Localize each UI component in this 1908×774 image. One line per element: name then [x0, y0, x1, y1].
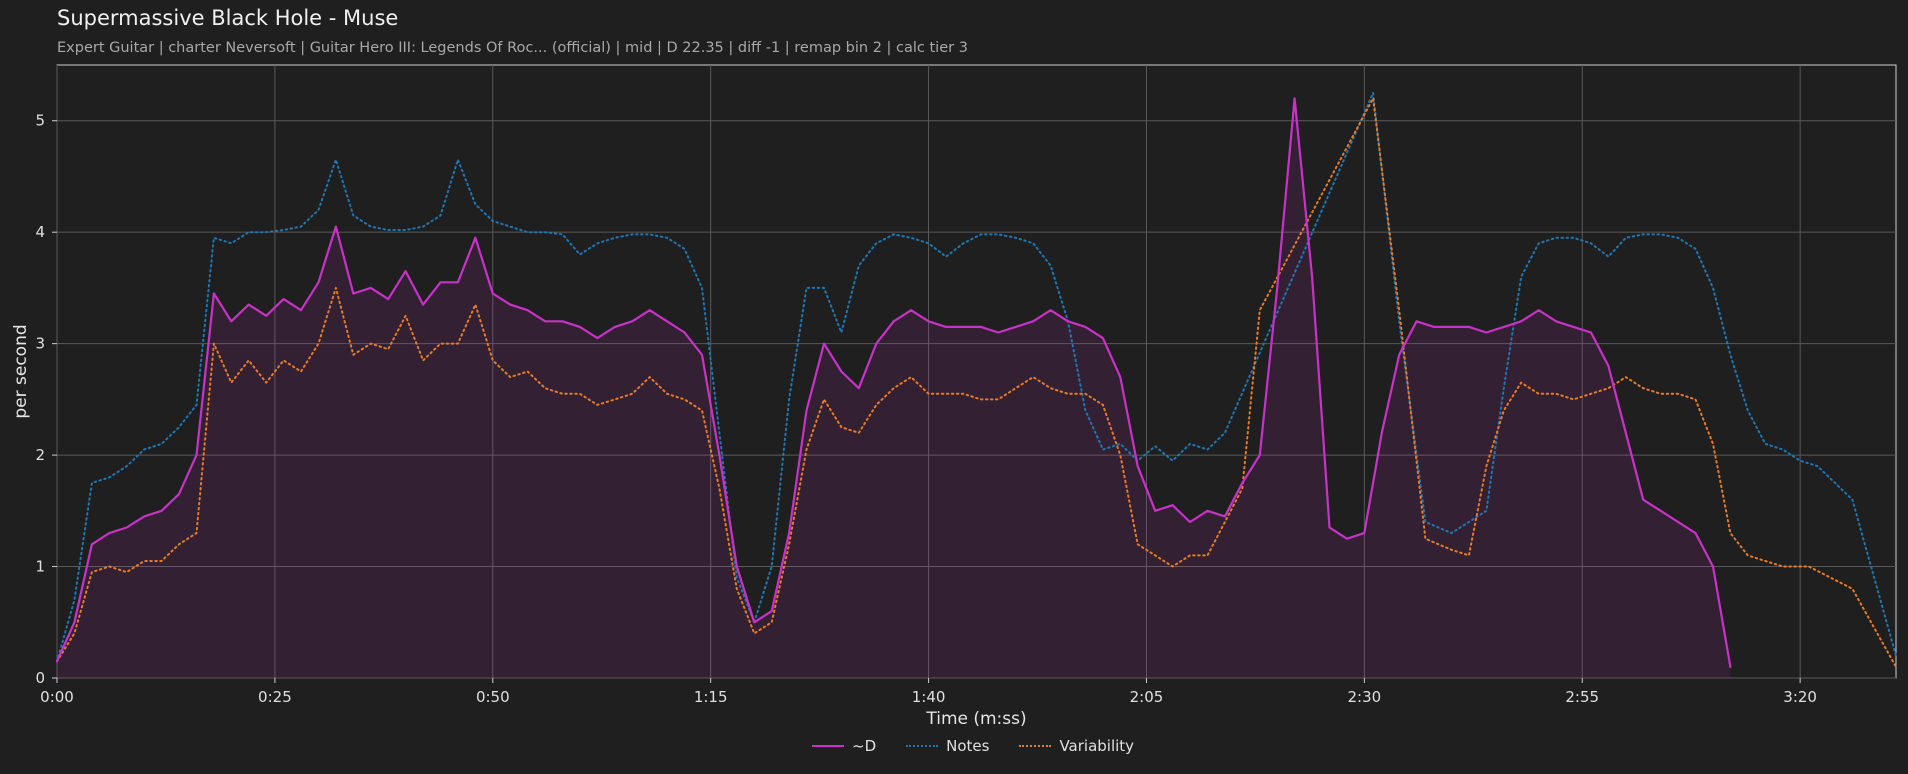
x-tick-label: 1:40 [912, 688, 946, 706]
legend-label-notes: Notes [946, 737, 990, 755]
legend-item-variability: Variability [1019, 737, 1134, 755]
y-tick-label: 3 [35, 335, 45, 353]
x-tick-label: 2:55 [1565, 688, 1599, 706]
y-axis-label: per second [11, 324, 31, 418]
y-tick-label: 4 [35, 223, 45, 241]
y-tick-label: 0 [35, 669, 45, 687]
legend: ~D Notes Variability [812, 737, 1134, 755]
x-tick-label: 0:25 [258, 688, 292, 706]
x-tick-label: 3:20 [1783, 688, 1817, 706]
x-tick-label: 2:30 [1348, 688, 1382, 706]
legend-swatch-d [812, 745, 844, 747]
y-tick-label: 2 [35, 446, 45, 464]
y-tick-label: 1 [35, 558, 45, 576]
legend-item-notes: Notes [906, 737, 989, 755]
y-tick-label: 5 [35, 112, 45, 130]
series-layer [55, 91, 1897, 678]
line-chart: 0:00 0:25 0:50 1:15 1:40 2:05 2:30 2:55 3:20 0 1 2 3… [11, 64, 1897, 729]
x-axis-label: Time (m:ss) [925, 709, 1026, 729]
x-tick-label: 0:00 [40, 688, 74, 706]
legend-item-d: ~D [812, 737, 876, 755]
legend-label-variability: Variability [1059, 737, 1135, 755]
x-tick-label: 1:15 [694, 688, 728, 706]
x-tick-label: 0:50 [476, 688, 510, 706]
legend-swatch-variability [1019, 745, 1052, 747]
x-tick-label: 2:05 [1130, 688, 1164, 706]
legend-label-d: ~D [852, 737, 877, 755]
legend-swatch-notes [906, 745, 939, 747]
